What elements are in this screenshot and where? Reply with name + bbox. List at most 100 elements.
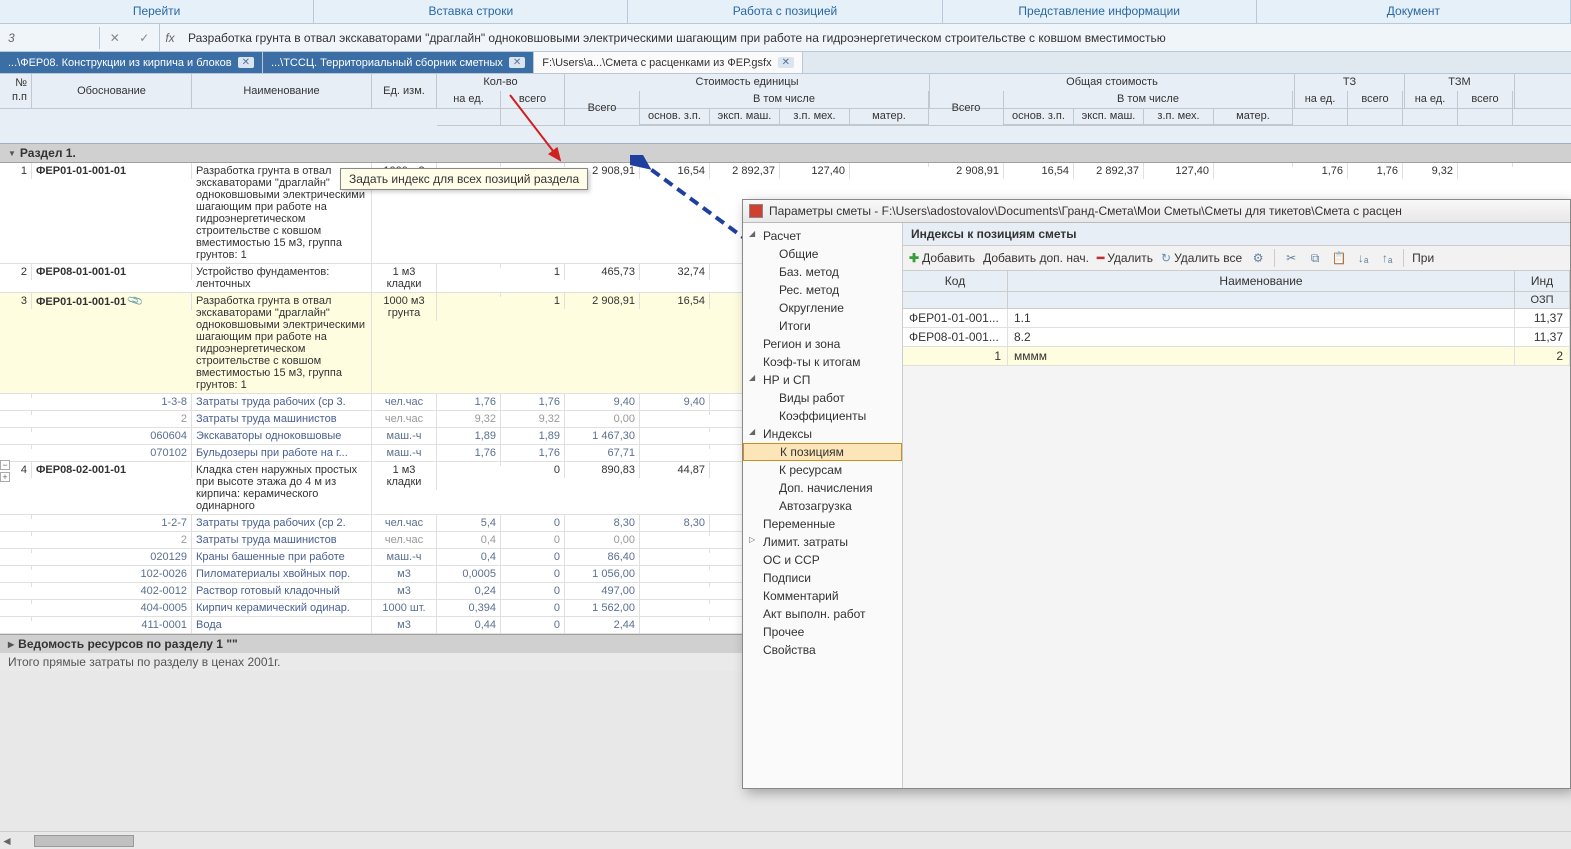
col-idx[interactable]: Инд — [1515, 271, 1570, 291]
col-ozp2[interactable]: основ. з.п. — [1004, 108, 1074, 124]
tree-item[interactable]: НР и СП — [743, 371, 902, 389]
tab-close-icon[interactable]: ✕ — [238, 57, 254, 68]
cell-osn: 411-0001 — [32, 617, 192, 633]
sort-desc-icon[interactable]: ↑ₐ — [1379, 250, 1395, 266]
menu-work-position[interactable]: Работа с позицией — [628, 0, 942, 23]
tree-item[interactable]: Подписи — [743, 569, 902, 587]
col-ozp[interactable]: основ. з.п. — [640, 108, 710, 124]
col-tz-ned[interactable]: на ед. — [1293, 91, 1348, 125]
tree-item[interactable]: Виды работ — [743, 389, 902, 407]
tree-item[interactable]: Лимит. затраты — [743, 533, 902, 551]
col-mat[interactable]: матер. — [850, 108, 929, 124]
fx-label[interactable]: fx — [160, 31, 180, 45]
cell-q2: 0 — [501, 600, 565, 616]
tab-close-icon[interactable]: ✕ — [509, 57, 525, 68]
tab-smeta-fer[interactable]: F:\Users\а...\Смета с расценками из ФЕР.… — [534, 52, 803, 73]
grid-header: № п.п Обоснование Наименование Ед. изм. … — [0, 74, 1571, 144]
tree-item[interactable]: Расчет — [743, 227, 902, 245]
paste-icon[interactable]: 📋 — [1331, 250, 1347, 266]
index-row[interactable]: ФЕР01-01-001...1.111,37 — [903, 309, 1570, 328]
expand-icon[interactable]: + — [0, 472, 10, 482]
scroll-thumb[interactable] — [34, 835, 134, 847]
col-em2[interactable]: эксп. маш. — [1074, 108, 1144, 124]
menu-goto[interactable]: Перейти — [0, 0, 314, 23]
window-titlebar[interactable]: Параметры сметы - F:\Users\adostovalov\D… — [743, 200, 1570, 223]
cell-q2: 0 — [501, 462, 565, 478]
tree-item[interactable]: Коэф-ты к итогам — [743, 353, 902, 371]
col-vsego2[interactable]: Всего — [929, 91, 1004, 125]
horizontal-scrollbar[interactable]: ◄ — [0, 831, 1571, 849]
cell-name: 8.2 — [1008, 328, 1515, 346]
tree-item[interactable]: Автозагрузка — [743, 497, 902, 515]
col-mat2[interactable]: матер. — [1214, 108, 1293, 124]
cell-ozp: 44,87 — [640, 462, 710, 478]
cell-ed: маш.-ч — [372, 428, 437, 444]
cell-ed: 1 м3 кладки — [372, 462, 437, 490]
estimate-params-window: Параметры сметы - F:\Users\adostovalov\D… — [742, 199, 1571, 789]
apply-button[interactable]: При — [1412, 251, 1434, 265]
settings-icon[interactable]: ⚙ — [1250, 250, 1266, 266]
col-ozp[interactable]: ОЗП — [1515, 292, 1570, 308]
col-em[interactable]: эксп. маш. — [710, 108, 780, 124]
menu-info-presentation[interactable]: Представление информации — [943, 0, 1257, 23]
tree-item[interactable]: Итоги — [743, 317, 902, 335]
index-row[interactable]: 1мммм2 — [903, 347, 1570, 366]
col-name[interactable]: Наименование — [1008, 271, 1515, 291]
params-panel: Индексы к позициям сметы ✚Добавить Добав… — [903, 223, 1570, 788]
cell-q2: 0 — [501, 532, 565, 548]
sort-asc-icon[interactable]: ↓ₐ — [1355, 250, 1371, 266]
col-tzm-ned[interactable]: на ед. — [1403, 91, 1458, 125]
tab-close-icon[interactable]: ✕ — [778, 57, 794, 68]
col-zpm[interactable]: з.п. мех. — [780, 108, 850, 124]
index-grid-subheader: ОЗП — [903, 292, 1570, 309]
cell-tzm1: 9,32 — [1403, 163, 1458, 179]
menu-insert-row[interactable]: Вставка строки — [314, 0, 628, 23]
col-ed[interactable]: Ед. изм. — [372, 74, 437, 108]
confirm-icon[interactable]: ✓ — [139, 31, 149, 45]
col-tz-vseg[interactable]: всего — [1348, 91, 1403, 125]
cell-q1: 1,76 — [437, 394, 501, 410]
copy-icon[interactable]: ⧉ — [1307, 250, 1323, 266]
col-zpm2[interactable]: з.п. мех. — [1144, 108, 1214, 124]
tree-item[interactable]: Рес. метод — [743, 281, 902, 299]
tree-item[interactable]: ОС и ССР — [743, 551, 902, 569]
tree-item[interactable]: Свойства — [743, 641, 902, 659]
col-pp[interactable]: № п.п — [0, 74, 32, 108]
col-osn[interactable]: Обоснование — [32, 74, 192, 108]
add-dop-button[interactable]: Добавить доп. нач. — [983, 251, 1089, 265]
tree-item[interactable]: Комментарий — [743, 587, 902, 605]
tab-fer08[interactable]: ...\ФЕР08. Конструкции из кирпича и блок… — [0, 52, 263, 73]
delete-all-button[interactable]: ↻Удалить все — [1161, 251, 1242, 265]
tree-item[interactable]: Акт выполн. работ — [743, 605, 902, 623]
col-code[interactable]: Код — [903, 271, 1008, 291]
tab-tssc[interactable]: ...\ТССЦ. Территориальный сборник сметны… — [263, 52, 534, 73]
col-name[interactable]: Наименование — [192, 74, 372, 108]
collapse-icon[interactable]: − — [0, 460, 10, 470]
add-button[interactable]: ✚Добавить — [909, 251, 975, 265]
cell-pp: 2 — [0, 264, 32, 280]
tree-item[interactable]: Регион и зона — [743, 335, 902, 353]
tree-item[interactable]: Переменные — [743, 515, 902, 533]
tree-item[interactable]: К ресурсам — [743, 461, 902, 479]
tree-item[interactable]: К позициям — [743, 443, 902, 461]
formula-text[interactable]: Разработка грунта в отвал экскаваторами … — [180, 27, 1571, 49]
index-row[interactable]: ФЕР08-01-001...8.211,37 — [903, 328, 1570, 347]
tree-item[interactable]: Коэффициенты — [743, 407, 902, 425]
tree-item[interactable]: Баз. метод — [743, 263, 902, 281]
cell-ref-box[interactable]: 3 — [0, 27, 100, 49]
col-na-ed[interactable]: на ед. — [437, 91, 501, 125]
section-header[interactable]: Раздел 1. — [0, 144, 1571, 163]
tree-item[interactable]: Доп. начисления — [743, 479, 902, 497]
cell-ozp: 11,37 — [1515, 309, 1570, 327]
col-tzm-vseg[interactable]: всего — [1458, 91, 1513, 125]
tree-item[interactable]: Прочее — [743, 623, 902, 641]
menu-document[interactable]: Документ — [1257, 0, 1571, 23]
tree-item[interactable]: Индексы — [743, 425, 902, 443]
cancel-icon[interactable]: ✕ — [110, 31, 120, 45]
cut-icon[interactable]: ✂ — [1283, 250, 1299, 266]
cell-q1 — [437, 293, 501, 297]
delete-button[interactable]: ━Удалить — [1097, 251, 1153, 265]
tree-item[interactable]: Общие — [743, 245, 902, 263]
cell-ozp — [640, 617, 710, 621]
tree-item[interactable]: Округление — [743, 299, 902, 317]
